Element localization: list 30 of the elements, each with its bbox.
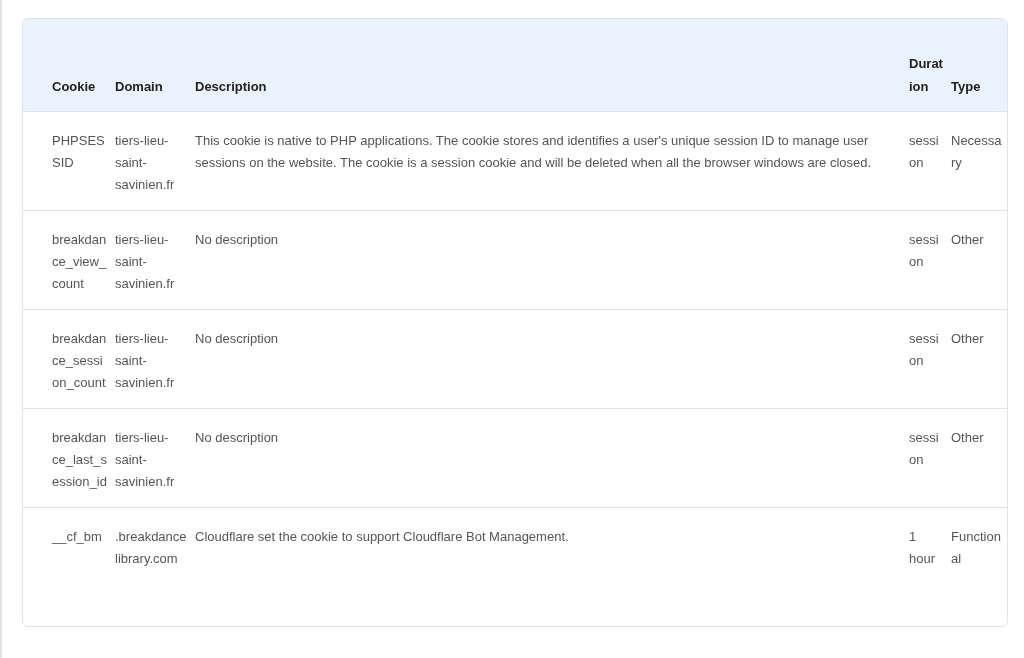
- cookie-type: Other: [951, 428, 985, 447]
- cookie-type: Other: [951, 329, 985, 348]
- cookie-duration: session: [909, 428, 940, 469]
- cookie-description: Cloudflare set the cookie to support Cloudflare Bot Management.: [195, 527, 570, 546]
- cookie-domain: tiers-lieu-saint-savinien.fr: [115, 230, 176, 293]
- column-header: Type: [951, 77, 982, 96]
- cookie-type: Necessary: [951, 131, 1003, 172]
- cookie-name: __cf_bm: [52, 527, 103, 546]
- cookie-description: No description: [195, 428, 280, 447]
- cookie-domain: .breakdancelibrary.com: [115, 527, 187, 568]
- cookie-type: Functional: [951, 527, 1002, 568]
- column-header: Cookie: [52, 77, 97, 96]
- cookie-domain: tiers-lieu-saint-savinien.fr: [115, 131, 176, 194]
- cookie-description: This cookie is native to PHP applications. The cookie stores and identifies a user's unique session ID to manage user sessions on the website. The cookie is a session cookie and will be deleted when all the browser windows are closed.: [195, 131, 873, 172]
- column-header: Duration: [909, 54, 943, 96]
- column-header: Domain: [115, 77, 164, 96]
- cookie-description: No description: [195, 230, 280, 249]
- cookie-duration: session: [909, 230, 940, 271]
- cookie-type: Other: [951, 230, 985, 249]
- column-header: Description: [195, 77, 268, 96]
- cookie-name: PHPSESSID: [52, 131, 106, 172]
- cookie-domain: tiers-lieu-saint-savinien.fr: [115, 329, 176, 392]
- cookie-domain: tiers-lieu-saint-savinien.fr: [115, 428, 176, 491]
- cookie-name: breakdance_view_count: [52, 230, 107, 293]
- cookie-duration: 1 hour: [909, 527, 937, 568]
- cookie-duration: session: [909, 131, 940, 172]
- cookie-duration: session: [909, 329, 940, 370]
- cookie-description: No description: [195, 329, 280, 348]
- cookie-name: breakdance_session_count: [52, 329, 107, 392]
- cookie-name: breakdance_last_session_id: [52, 428, 107, 491]
